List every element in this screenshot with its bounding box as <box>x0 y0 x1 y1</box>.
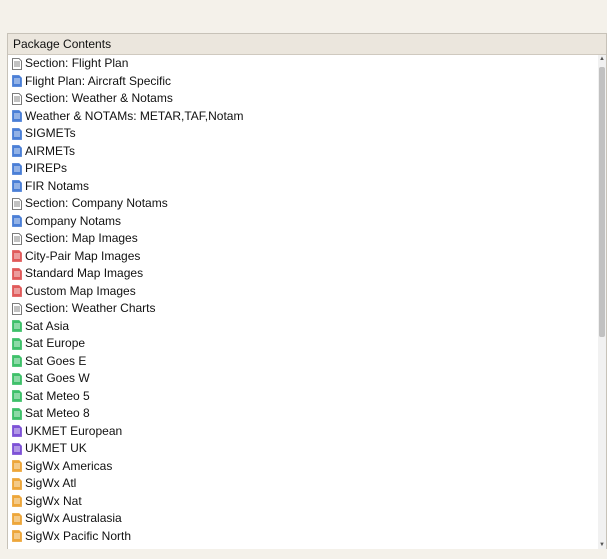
list-item-label: AIRMETs <box>25 143 76 158</box>
orange-doc-icon <box>12 495 22 508</box>
green-doc-icon <box>12 320 22 333</box>
list-item[interactable]: Sat Meteo 5 <box>8 388 606 406</box>
list-item-label: Company Notams <box>25 213 122 228</box>
list-item[interactable]: AIRMETs <box>8 143 606 161</box>
orange-doc-icon <box>12 512 22 525</box>
list-item[interactable]: Sat Meteo 8 <box>8 405 606 423</box>
scroll-up-arrow-icon[interactable]: ▲ <box>598 55 606 63</box>
list-item[interactable]: SigWx Pacific North <box>8 528 606 546</box>
list-item-label: Flight Plan: Aircraft Specific <box>25 73 172 88</box>
list-item-label: UKMET UK <box>25 441 87 455</box>
list-item[interactable]: UKMET European <box>8 423 606 441</box>
list-item-label: Sat Meteo 5 <box>25 388 90 403</box>
top-toolbar-area <box>0 0 607 30</box>
list-item[interactable]: SigWx Americas <box>8 458 606 476</box>
panel-header: Package Contents <box>8 34 606 55</box>
list-item-label: SigWx Australasia <box>25 511 122 525</box>
list-item[interactable]: Custom Map Images <box>8 283 606 301</box>
green-doc-icon <box>12 355 22 368</box>
list-item[interactable]: Section: Weather & Notams <box>8 90 606 108</box>
orange-doc-icon <box>12 530 22 543</box>
orange-doc-icon <box>12 477 22 490</box>
section-doc-icon <box>12 197 22 210</box>
list-item[interactable]: City-Pair Map Images <box>8 248 606 266</box>
list-item[interactable]: SigWx Australasia <box>8 510 606 528</box>
section-doc-icon <box>12 302 22 315</box>
list-item-label: Section: Flight Plan <box>25 56 129 70</box>
list-item[interactable]: Section: Weather Charts <box>8 300 606 318</box>
scroll-down-arrow-icon[interactable]: ▼ <box>598 541 606 549</box>
red-doc-icon <box>12 267 22 280</box>
list-item-label: Custom Map Images <box>25 283 136 298</box>
list-item[interactable]: Weather & NOTAMs: METAR,TAF,Notam <box>8 108 606 126</box>
list-item[interactable]: Standard Map Images <box>8 265 606 283</box>
list-item[interactable]: PIREPs <box>8 160 606 178</box>
vertical-scrollbar[interactable]: ▲ ▼ <box>598 55 606 549</box>
list-item-label: Sat Europe <box>25 336 86 350</box>
package-contents-panel: Package Contents Section: Flight Plan Fli… <box>7 33 607 550</box>
blue-doc-icon <box>12 145 22 158</box>
green-doc-icon <box>12 390 22 403</box>
red-doc-icon <box>12 250 22 263</box>
list-item[interactable]: Sat Europe <box>8 335 606 353</box>
list-item-label: Sat Goes W <box>25 371 90 385</box>
list-item[interactable]: SigWx Atl <box>8 475 606 493</box>
list-item[interactable]: SigWx Nat <box>8 493 606 511</box>
list-item-label: PIREPs <box>25 161 68 175</box>
purple-doc-icon <box>12 442 22 455</box>
green-doc-icon <box>12 407 22 420</box>
list-item-label: FIR Notams <box>25 178 90 193</box>
list-item-label: SigWx Pacific North <box>25 528 132 543</box>
list-item-label: Section: Company Notams <box>25 196 168 210</box>
scrollbar-thumb[interactable] <box>599 67 605 337</box>
list-item[interactable]: FIR Notams <box>8 178 606 196</box>
blue-doc-icon <box>12 215 22 228</box>
blue-doc-icon <box>12 75 22 88</box>
list-item[interactable]: UKMET UK <box>8 440 606 458</box>
section-doc-icon <box>12 57 22 70</box>
blue-doc-icon <box>12 110 22 123</box>
list-item-label: Standard Map Images <box>25 266 144 280</box>
list-item[interactable]: Flight Plan: Aircraft Specific <box>8 73 606 91</box>
list-item-label: UKMET European <box>25 423 123 438</box>
orange-doc-icon <box>12 460 22 473</box>
red-doc-icon <box>12 285 22 298</box>
list-item-label: City-Pair Map Images <box>25 248 141 263</box>
purple-doc-icon <box>12 425 22 438</box>
blue-doc-icon <box>12 162 22 175</box>
list-item-label: Sat Asia <box>25 318 70 333</box>
green-doc-icon <box>12 337 22 350</box>
list-item-label: SigWx Nat <box>25 493 82 508</box>
list-item[interactable]: Section: Flight Plan <box>8 55 606 73</box>
list-item-label: SigWx Atl <box>25 476 77 490</box>
list-item[interactable]: Section: Company Notams <box>8 195 606 213</box>
blue-doc-icon <box>12 127 22 140</box>
list-item-label: Sat Meteo 8 <box>25 406 90 420</box>
bottom-area <box>0 549 607 559</box>
list-item[interactable]: Company Notams <box>8 213 606 231</box>
list-item-label: Sat Goes E <box>25 353 87 368</box>
list-item-label: Section: Weather Charts <box>25 301 156 315</box>
list-item[interactable]: Sat Goes E <box>8 353 606 371</box>
list-item-label: SigWx Americas <box>25 458 113 473</box>
package-contents-list: Section: Flight Plan Flight Plan: Aircraf… <box>8 55 606 549</box>
list-item[interactable]: Sat Asia <box>8 318 606 336</box>
list-item-label: Weather & NOTAMs: METAR,TAF,Notam <box>25 108 244 123</box>
list-item-label: Section: Weather & Notams <box>25 91 173 105</box>
blue-doc-icon <box>12 180 22 193</box>
green-doc-icon <box>12 372 22 385</box>
list-item-label: SIGMETs <box>25 126 76 140</box>
section-doc-icon <box>12 92 22 105</box>
section-doc-icon <box>12 232 22 245</box>
list-item-label: Section: Map Images <box>25 231 138 245</box>
list-item[interactable]: SIGMETs <box>8 125 606 143</box>
list-item[interactable]: Sat Goes W <box>8 370 606 388</box>
list-item[interactable]: Section: Map Images <box>8 230 606 248</box>
